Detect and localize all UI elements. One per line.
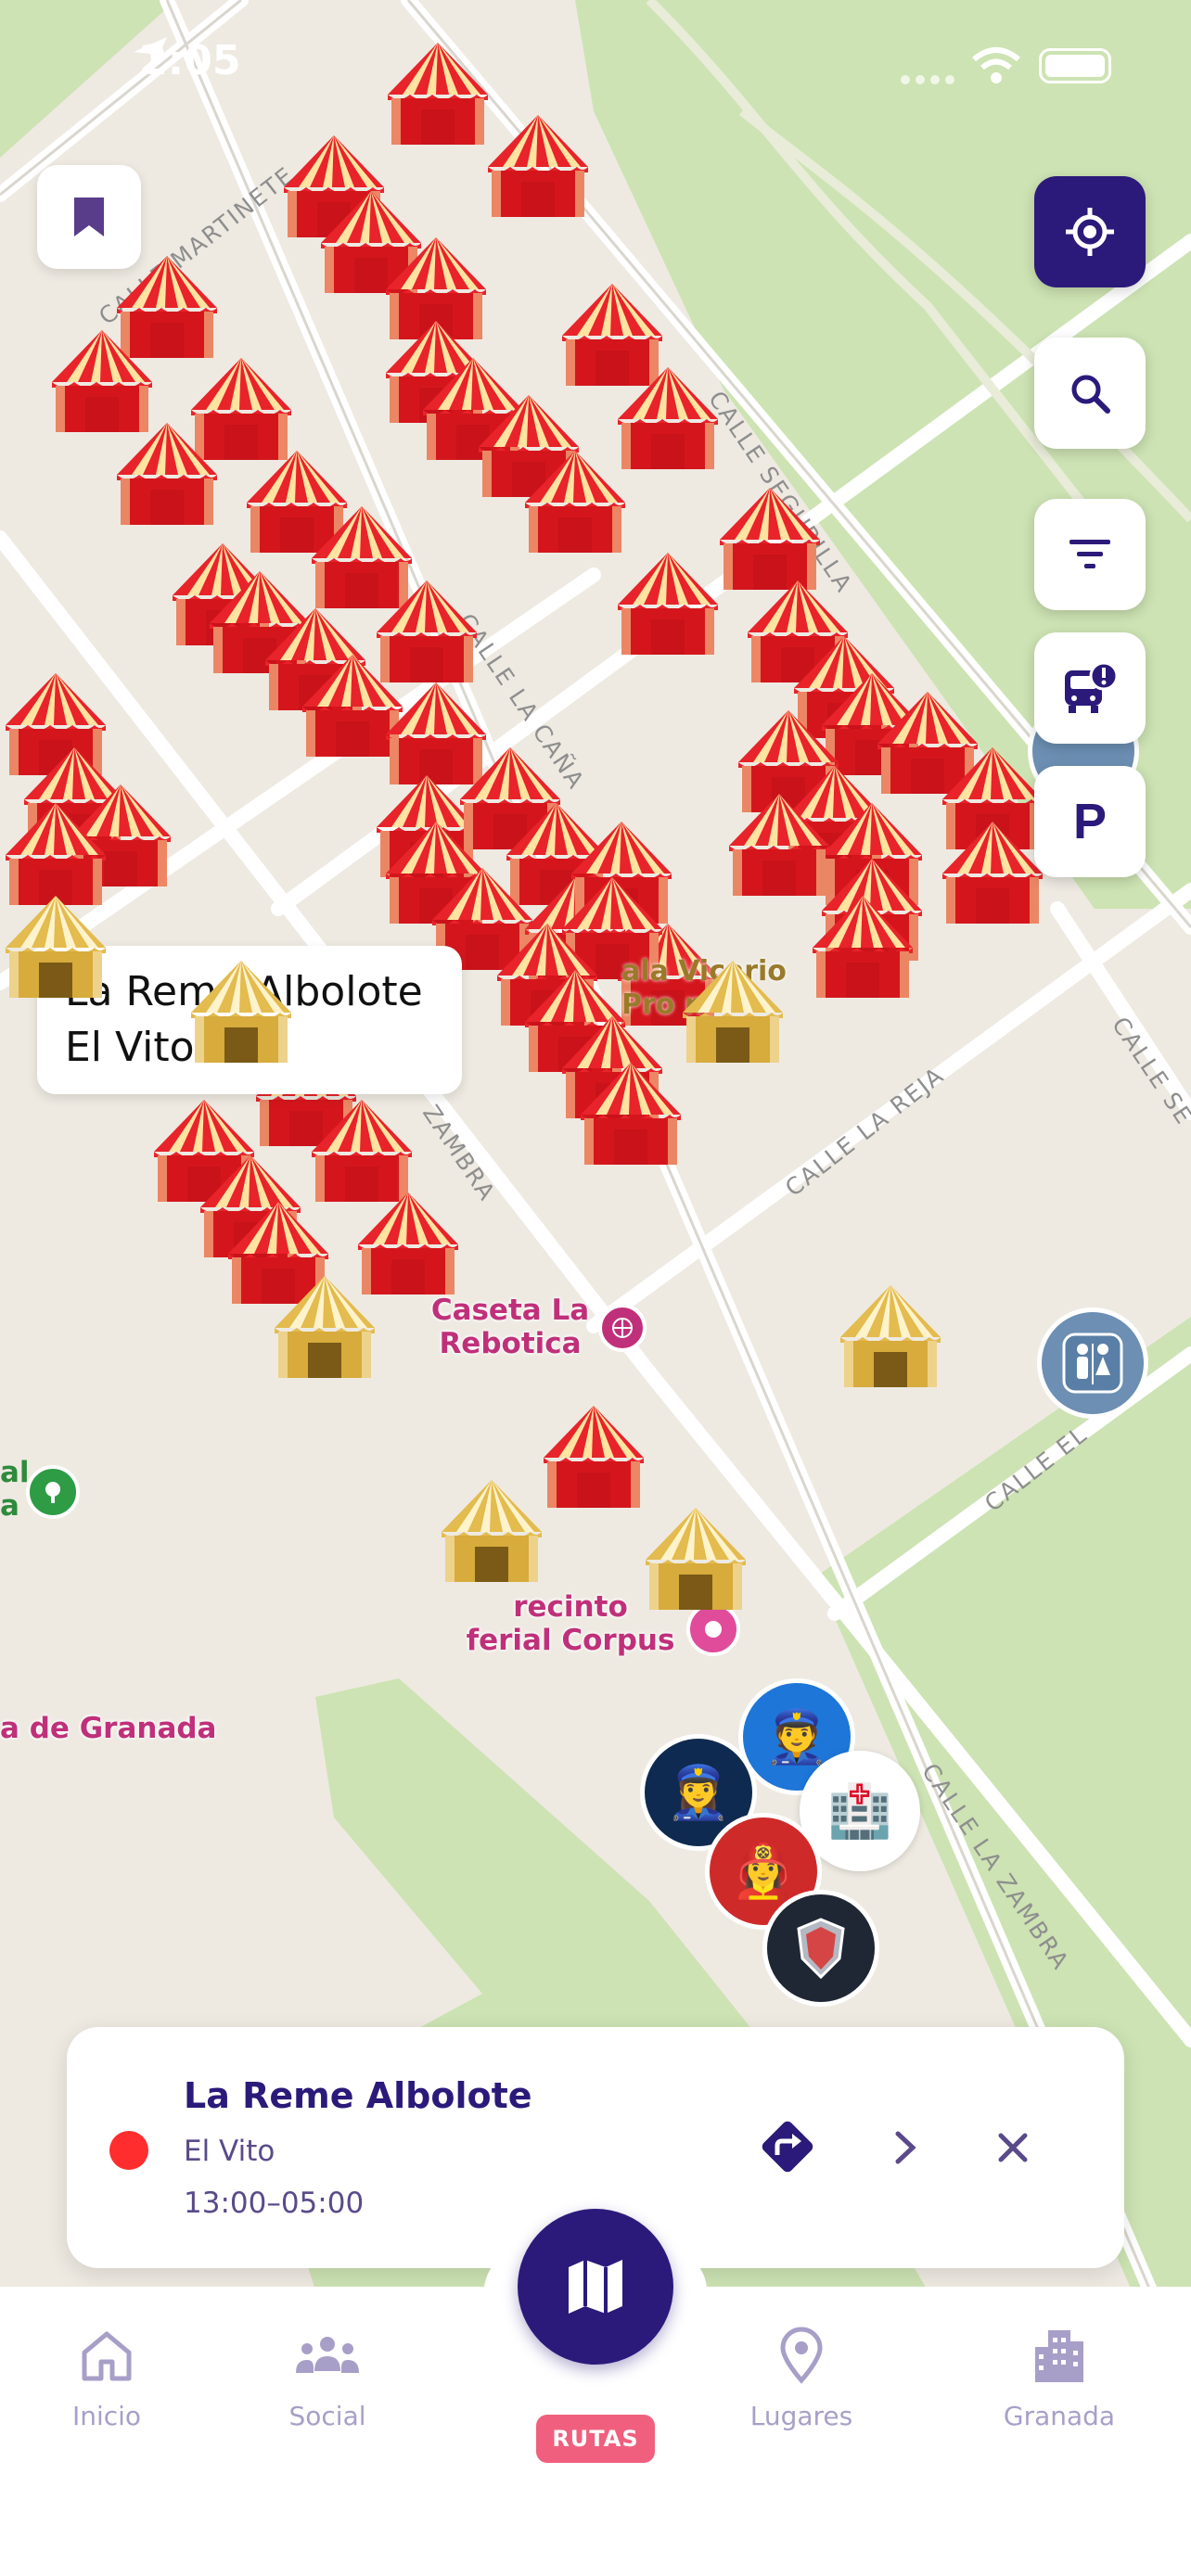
location-arrow-icon: [130, 33, 171, 78]
tab-label: Social: [288, 2401, 366, 2431]
poi-line: a: [0, 1489, 19, 1523]
map-view[interactable]: CALLE MARTINETE CALLE SEGURILLA CALLE LA…: [0, 0, 1191, 2290]
search-button[interactable]: [1034, 338, 1146, 449]
bookmark-button[interactable]: [37, 165, 141, 269]
tab-label: RUTAS: [552, 2426, 639, 2452]
battery-icon: [1039, 48, 1111, 83]
caseta-tent-gold[interactable]: [269, 1270, 380, 1382]
map-icon: [569, 2260, 622, 2314]
cellular-signal-icon: [900, 72, 955, 90]
card-title: La Reme Albolote: [184, 2075, 532, 2116]
caseta-tent-gold[interactable]: [436, 1474, 547, 1586]
ferris-wheel-icon[interactable]: [598, 1304, 647, 1352]
caseta-tent-red[interactable]: [482, 109, 594, 221]
caseta-tent-red[interactable]: [807, 890, 918, 1001]
open-details-button[interactable]: [877, 2120, 933, 2175]
bus-alert-button[interactable]: [1034, 632, 1146, 744]
poi-label-granada: a de Granada: [0, 1712, 217, 1745]
tab-label: Inicio: [71, 2401, 142, 2431]
filter-icon: [1069, 540, 1110, 568]
restroom-icon[interactable]: [1037, 1307, 1148, 1419]
card-subtitle: El Vito: [184, 2135, 275, 2168]
caseta-tent-red[interactable]: [519, 445, 631, 556]
group-icon: [296, 2337, 359, 2373]
tab-rutas[interactable]: [518, 2209, 673, 2365]
caseta-tent-gold[interactable]: [640, 1502, 751, 1613]
caseta-tent-red[interactable]: [612, 547, 724, 658]
directions-button[interactable]: [757, 2116, 818, 2177]
caseta-tent-red[interactable]: [575, 1057, 686, 1168]
poi-line: ferial Corpus: [466, 1624, 675, 1657]
security-shield-icon[interactable]: [762, 1890, 879, 2007]
tab-social[interactable]: Social: [235, 2323, 420, 2431]
close-card-button[interactable]: [985, 2120, 1041, 2175]
caseta-tent-red[interactable]: [538, 1400, 649, 1511]
filter-button[interactable]: [1034, 499, 1146, 610]
location-pin-icon: [780, 2327, 823, 2384]
caseta-tent-red[interactable]: [382, 37, 493, 148]
parking-icon: P: [1072, 794, 1108, 849]
home-icon: [82, 2331, 132, 2381]
tab-lugares[interactable]: Lugares: [709, 2323, 894, 2431]
directions-icon: [762, 2121, 813, 2173]
search-icon: [1071, 375, 1110, 414]
green-poi-label: al a: [0, 1456, 30, 1523]
bus-alert-icon: [1065, 661, 1119, 713]
tab-granada[interactable]: Granada: [967, 2323, 1152, 2431]
chevron-right-icon: [895, 2131, 916, 2164]
caseta-tent-gold[interactable]: [677, 955, 788, 1066]
tab-inicio[interactable]: Inicio: [14, 2323, 199, 2431]
bookmark-icon: [74, 198, 104, 236]
poi-line: Rebotica: [439, 1327, 582, 1360]
tree-icon[interactable]: [26, 1465, 80, 1519]
tab-label: Lugares: [749, 2401, 853, 2431]
card-hours: 13:00–05:00: [184, 2187, 365, 2220]
caseta-tent-gold[interactable]: [0, 890, 111, 1001]
locate-icon: [1066, 208, 1114, 256]
wifi-icon: [970, 46, 1022, 89]
poi-line: al: [0, 1456, 30, 1489]
caseta-tent-gold[interactable]: [835, 1280, 946, 1391]
caseta-tent-gold[interactable]: [186, 955, 297, 1066]
parking-button[interactable]: P: [1034, 766, 1146, 877]
tab-label: Granada: [1003, 2401, 1116, 2431]
caseta-tent-red[interactable]: [111, 417, 223, 529]
poi-line: Caseta La: [430, 1294, 590, 1327]
tab-rutas-badge[interactable]: RUTAS: [536, 2415, 655, 2463]
city-icon: [1035, 2330, 1083, 2382]
status-dot: [109, 2131, 148, 2170]
caseta-tent-red[interactable]: [937, 816, 1048, 927]
locate-button[interactable]: [1034, 176, 1146, 287]
close-icon: [998, 2133, 1028, 2162]
poi-label-caseta-rebotica[interactable]: Caseta La Rebotica: [413, 1294, 608, 1360]
